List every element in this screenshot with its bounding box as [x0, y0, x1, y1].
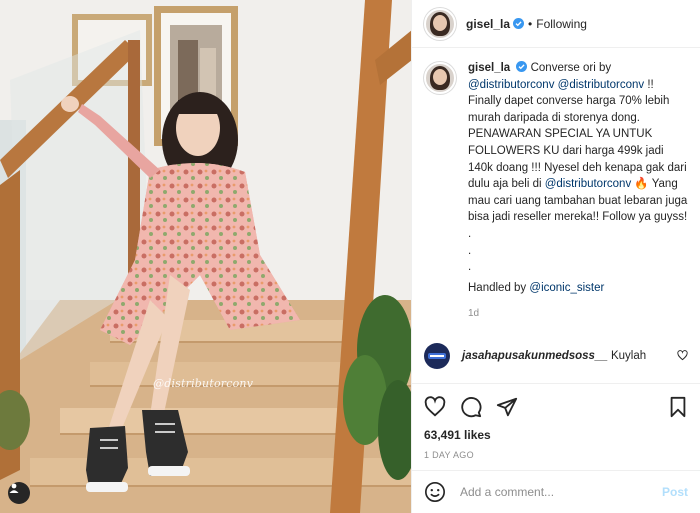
verified-badge-icon	[516, 61, 528, 72]
photo-illustration	[0, 0, 411, 513]
mention-link[interactable]: @distributorconv	[545, 178, 631, 190]
following-button[interactable]: Following	[536, 17, 587, 31]
commenter-logo-icon	[428, 352, 446, 359]
like-heart-icon[interactable]	[424, 396, 446, 418]
caption-dot: .	[468, 227, 472, 240]
share-paper-plane-icon[interactable]	[496, 396, 518, 418]
post-header: gisel_la • Following	[412, 0, 700, 48]
add-comment-input[interactable]	[458, 484, 662, 500]
emoji-smiley-icon[interactable]	[424, 481, 446, 503]
commenter-username[interactable]: jasahapusakunmedsoss__	[462, 350, 608, 362]
post-actions: 63,491 likes 1 DAY AGO	[412, 383, 700, 470]
user-tags-button[interactable]	[8, 482, 30, 504]
verified-badge-icon	[513, 18, 525, 29]
mention-link[interactable]: @distributorconv	[468, 79, 554, 91]
caption-username[interactable]: gisel_la	[468, 62, 510, 74]
caption-avatar[interactable]	[424, 62, 456, 94]
header-separator: •	[528, 16, 533, 31]
post-comment-button[interactable]: Post	[662, 485, 688, 499]
add-comment-bar: Post	[412, 470, 700, 513]
save-bookmark-icon[interactable]	[668, 396, 688, 418]
mention-link[interactable]: @iconic_sister	[529, 282, 604, 294]
post-photo[interactable]: @distributorconv	[0, 0, 411, 513]
caption-timestamp[interactable]: 1d	[468, 306, 688, 323]
caption-dot: .	[468, 244, 472, 257]
caption-comment: gisel_la Converse ori by @distributorcon…	[424, 60, 688, 323]
comment-bubble-icon[interactable]	[460, 396, 482, 418]
comment-text: jasahapusakunmedsoss__ Kuylah	[462, 350, 646, 362]
like-comment-heart-icon[interactable]	[677, 350, 688, 361]
action-icons-row	[424, 392, 688, 422]
handled-by-label: Handled by	[468, 281, 527, 294]
caption-part-2: !! Finally dapet converse harga 70% lebi…	[468, 78, 687, 191]
person-icon	[9, 483, 19, 493]
comments-section[interactable]: gisel_la Converse ori by @distributorcon…	[412, 48, 700, 383]
author-avatar[interactable]	[424, 7, 456, 40]
post-details-panel: gisel_la • Following gisel_la Converse o…	[411, 0, 700, 513]
post-date[interactable]: 1 DAY AGO	[424, 450, 688, 460]
post-modal: @distributorconv gisel_la • Following gi…	[0, 0, 700, 513]
caption-text: gisel_la Converse ori by @distributorcon…	[468, 60, 688, 323]
comment-body: Kuylah	[610, 349, 647, 362]
photo-watermark: @distributorconv	[153, 377, 254, 390]
likes-count[interactable]: 63,491 likes	[424, 428, 688, 442]
mention-link[interactable]: @distributorconv	[558, 79, 644, 91]
caption-dot: .	[468, 261, 472, 274]
author-username[interactable]: gisel_la	[466, 17, 510, 31]
caption-part-1: Converse ori by	[530, 62, 612, 74]
comment-item: jasahapusakunmedsoss__ Kuylah	[424, 342, 688, 369]
commenter-avatar[interactable]	[424, 342, 450, 369]
